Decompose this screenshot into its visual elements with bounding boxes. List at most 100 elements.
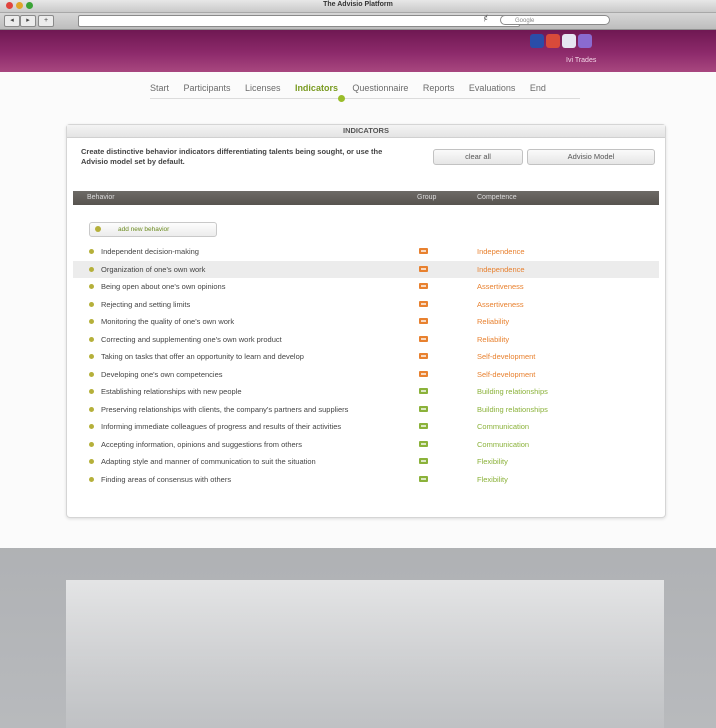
group-badge-icon[interactable] (419, 458, 428, 464)
reload-icon[interactable]: ȼ (484, 15, 488, 22)
table-row[interactable]: Adapting style and manner of communicati… (73, 453, 659, 471)
step-navigation: Start Participants Licenses Indicators Q… (150, 78, 580, 102)
competence-text: Building relationships (477, 404, 548, 414)
bullet-icon (89, 354, 94, 359)
behavior-text: Organization of one's own work (101, 264, 206, 274)
behavior-text: Monitoring the quality of one's own work (101, 317, 235, 326)
tab-reports[interactable]: Reports (423, 83, 455, 93)
title-bar: The Advisio Platform (0, 0, 716, 13)
bullet-icon (89, 459, 94, 464)
address-bar[interactable] (78, 15, 520, 27)
table-row[interactable]: Independent decision-making Independence (73, 243, 659, 261)
forward-button[interactable]: ▸ (20, 15, 36, 27)
competence-text: Building relationships (477, 387, 548, 396)
group-badge-icon[interactable] (419, 353, 428, 359)
group-badge-icon[interactable] (419, 318, 428, 324)
app-header: Ivi Trades (0, 30, 716, 72)
behavior-column-header: Behavior (87, 194, 115, 201)
behavior-text: Independent decision-making (101, 247, 199, 256)
competence-text: Communication (477, 439, 530, 449)
competence-text: Assertiveness (477, 299, 524, 309)
clear-all-button[interactable]: clear all (433, 149, 523, 165)
group-badge-icon[interactable] (419, 475, 428, 482)
table-row[interactable]: Monitoring the quality of one's own work… (73, 313, 659, 331)
group-badge-icon[interactable] (419, 248, 428, 254)
user-name[interactable]: Ivi Trades (566, 57, 596, 64)
search-input[interactable]: Google (500, 15, 610, 25)
behavior-text: Rejecting and setting limits (101, 299, 191, 309)
platform-logo (530, 34, 608, 52)
browser-window: The Advisio Platform ◂ ▸ + ȼ Google Ivi … (0, 0, 716, 548)
table-row[interactable]: Developing one's own competencies Self-de… (73, 366, 659, 384)
active-step-indicator (338, 95, 345, 102)
competence-text: Reliability (477, 317, 510, 326)
behavior-list: Independent decision-making Independence O… (73, 243, 659, 488)
bullet-icon (89, 284, 94, 289)
bullet-icon (89, 406, 94, 412)
tab-evaluations[interactable]: Evaluations (469, 83, 516, 93)
tab-end[interactable]: End (530, 83, 546, 93)
tab-questionnaire[interactable]: Questionnaire (352, 83, 408, 93)
competence-text: Independence (477, 247, 525, 256)
window-reflection (66, 580, 664, 728)
bullet-icon (89, 336, 94, 342)
group-badge-icon[interactable] (419, 300, 428, 307)
competence-text: Flexibility (477, 474, 508, 484)
competence-text: Assertiveness (477, 282, 524, 291)
back-button[interactable]: ◂ (4, 15, 20, 27)
table-row[interactable]: Informing immediate colleagues of progre… (73, 418, 659, 436)
group-badge-icon[interactable] (419, 405, 428, 412)
behavior-text: Accepting information, opinions and sugg… (101, 439, 302, 449)
bullet-icon (89, 301, 94, 307)
add-bookmark-button[interactable]: + (38, 15, 54, 27)
table-row[interactable]: Organization of one's own work Independen… (73, 260, 659, 278)
table-row[interactable]: Being open about one's own opinions Asser… (73, 278, 659, 296)
tab-indicators[interactable]: Indicators (295, 83, 338, 93)
behavior-text: Adapting style and manner of communicati… (101, 457, 316, 466)
indicators-panel: INDICATORS Create distinctive behavior i… (66, 124, 666, 518)
table-row[interactable]: Rejecting and setting limits Assertivenes… (73, 296, 659, 314)
advisio-model-button[interactable]: Advisio Model (527, 149, 655, 165)
group-badge-icon[interactable] (419, 440, 428, 447)
table-row[interactable]: Preserving relationships with clients, t… (73, 401, 659, 419)
behavior-text: Finding areas of consensus with others (101, 474, 232, 484)
behavior-text: Preserving relationships with clients, t… (101, 404, 349, 414)
group-badge-icon[interactable] (419, 388, 428, 394)
bullet-icon (89, 371, 94, 377)
table-row[interactable]: Taking on tasks that offer an opportunit… (73, 348, 659, 366)
behavior-text: Establishing relationships with new peop… (101, 387, 242, 396)
group-column-header: Group (417, 194, 437, 201)
competence-column-header: Competence (477, 194, 517, 201)
group-badge-icon[interactable] (419, 335, 428, 342)
table-row[interactable]: Establishing relationships with new peop… (73, 383, 659, 401)
behavior-text: Developing one's own competencies (101, 369, 223, 379)
add-behavior-label: add new behavior (118, 226, 170, 233)
competence-text: Self-development (477, 352, 536, 361)
table-row[interactable]: Accepting information, opinions and sugg… (73, 436, 659, 454)
behavior-text: Taking on tasks that offer an opportunit… (101, 352, 304, 361)
bullet-icon (89, 424, 94, 429)
tab-participants[interactable]: Participants (183, 83, 230, 93)
competence-text: Independence (477, 264, 525, 274)
table-row[interactable]: Finding areas of consensus with others Fl… (73, 471, 659, 489)
tab-licenses[interactable]: Licenses (245, 83, 281, 93)
behavior-text: Being open about one's own opinions (101, 282, 226, 291)
group-badge-icon[interactable] (419, 370, 428, 377)
add-behavior-button[interactable]: add new behavior (89, 222, 217, 237)
group-badge-icon[interactable] (419, 265, 428, 272)
competence-text: Communication (477, 422, 530, 431)
table-row[interactable]: Correcting and supplementing one's own w… (73, 331, 659, 349)
bullet-icon (89, 266, 94, 272)
table-header: Behavior Group Competence (73, 191, 659, 205)
panel-title: INDICATORS (67, 125, 665, 138)
bullet-icon (89, 441, 94, 447)
window-title: The Advisio Platform (323, 1, 393, 8)
group-badge-icon[interactable] (419, 283, 428, 289)
tab-start[interactable]: Start (150, 83, 169, 93)
competence-text: Self-development (477, 369, 536, 379)
bullet-icon (89, 249, 94, 254)
bullet-icon (89, 319, 94, 324)
competence-text: Flexibility (477, 457, 508, 466)
panel-description: Create distinctive behavior indicators d… (81, 147, 383, 166)
group-badge-icon[interactable] (419, 423, 428, 429)
